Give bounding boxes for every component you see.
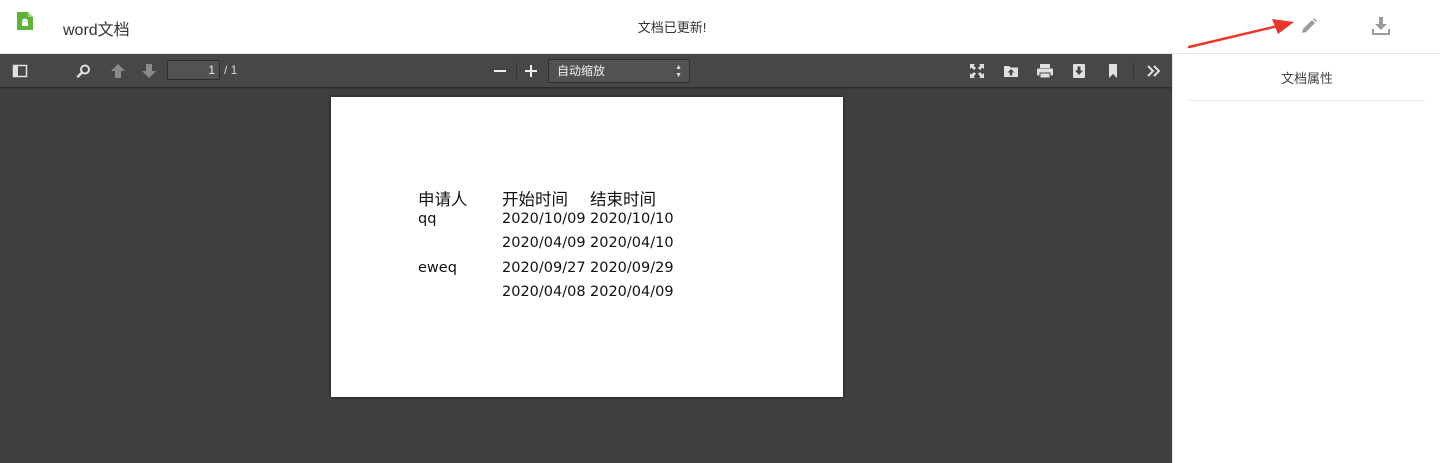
status-message: 文档已更新! [637, 20, 707, 35]
table-cell: 2020/04/09 [502, 235, 586, 251]
column-header: 开始时间 [502, 190, 568, 209]
table-row: 2020/04/09 2020/04/10 [418, 235, 678, 260]
download-icon [1372, 17, 1390, 35]
print-button[interactable] [1033, 59, 1057, 83]
fullscreen-icon [970, 64, 984, 78]
viewer-toolbar: 1 / 1 自动缩放 ▲ ▼ [0, 54, 1172, 88]
arrow-up-icon [111, 64, 125, 78]
sidebar-toggle-icon [12, 64, 28, 78]
sidebar-toggle-button[interactable] [8, 59, 32, 83]
arrow-down-icon [142, 64, 156, 78]
print-icon [1037, 64, 1053, 79]
download-icon [1073, 64, 1085, 78]
table-cell: 2020/10/09 [502, 210, 586, 227]
toolbar-separator [516, 63, 517, 79]
annotation-arrow [1187, 19, 1294, 49]
table-cell: qq [418, 210, 437, 227]
double-chevron-right-icon [1147, 65, 1161, 77]
table-cell: 2020/04/09 [590, 284, 674, 300]
table-cell: 2020/04/08 [502, 284, 586, 300]
pencil-icon [1302, 18, 1317, 33]
open-file-button[interactable] [999, 59, 1023, 83]
toolbar-separator [1133, 63, 1134, 79]
download-button[interactable] [1369, 14, 1393, 38]
table-header-row: 申请人 开始时间 结束时间 [418, 186, 678, 211]
table-cell: 2020/09/27 [502, 259, 586, 276]
column-header: 申请人 [418, 190, 468, 209]
zoom-in-button[interactable] [519, 59, 543, 83]
document-page: 申请人 开始时间 结束时间 qq 2020/10/09 2020/10/10 2… [331, 97, 843, 397]
bookmark-button[interactable] [1101, 59, 1125, 83]
pdf-viewer: 1 / 1 自动缩放 ▲ ▼ 申请人 开始时间 结束时间 qq 2020/10/… [0, 54, 1172, 463]
minus-icon [494, 70, 506, 72]
search-button[interactable] [72, 59, 96, 83]
zoom-out-button[interactable] [488, 59, 512, 83]
presentation-mode-button[interactable] [965, 59, 989, 83]
document-table: 申请人 开始时间 结束时间 qq 2020/10/09 2020/10/10 2… [418, 186, 678, 309]
open-file-icon [1004, 66, 1018, 77]
plus-icon [525, 65, 537, 77]
next-page-button[interactable] [137, 59, 161, 83]
table-cell: 2020/04/10 [590, 235, 674, 251]
previous-page-button[interactable] [106, 59, 130, 83]
panel-title: 文档属性 [1189, 68, 1425, 101]
page-number-input[interactable]: 1 [167, 60, 220, 80]
properties-panel: 文档属性 [1172, 54, 1440, 463]
zoom-select[interactable]: 自动缩放 ▲ ▼ [548, 59, 690, 83]
table-row: 2020/04/08 2020/04/09 [418, 284, 678, 309]
table-cell: 2020/10/10 [590, 210, 674, 227]
edit-button[interactable] [1297, 14, 1321, 38]
select-caret-icon: ▲ ▼ [675, 64, 682, 79]
table-cell: eweq [418, 259, 457, 276]
page-count: / 1 [224, 63, 238, 77]
top-header: word文档 文档已更新! [0, 0, 1440, 54]
table-row: eweq 2020/09/27 2020/09/29 [418, 260, 678, 285]
zoom-value: 自动缩放 [557, 64, 606, 78]
save-download-button[interactable] [1067, 59, 1091, 83]
table-cell: 2020/09/29 [590, 259, 674, 276]
column-header: 结束时间 [590, 190, 656, 209]
search-icon [76, 64, 90, 78]
bookmark-icon [1109, 64, 1117, 78]
tools-button[interactable] [1142, 59, 1166, 83]
table-row: qq 2020/10/09 2020/10/10 [418, 211, 678, 236]
